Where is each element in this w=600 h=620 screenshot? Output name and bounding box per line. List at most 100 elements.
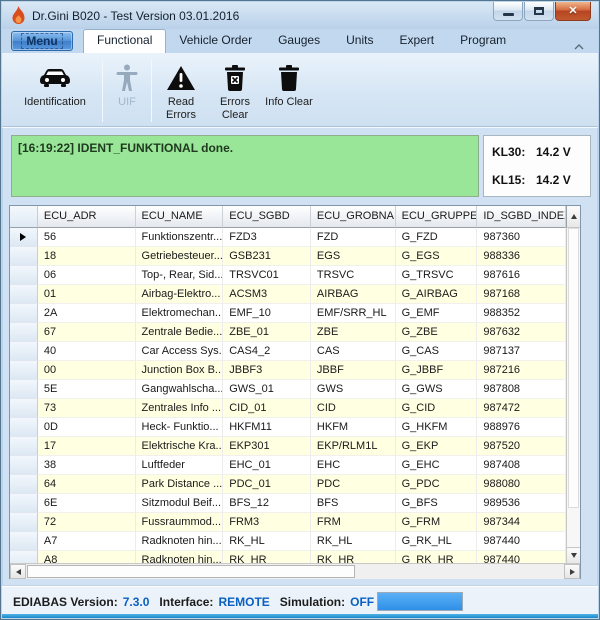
table-row[interactable]: 18Getriebesteuer...GSB231EGSG_EGS988336	[10, 247, 566, 266]
statusbar-segment-interface: Interface: REMOTE	[159, 595, 279, 609]
table-row[interactable]: 00Junction Box B...JBBF3JBBFG_JBBF987216	[10, 361, 566, 380]
row-selector[interactable]	[10, 380, 38, 399]
statusbar-segment-ediabas: EDIABAS Version: 7.3.0	[13, 595, 159, 609]
row-selector[interactable]	[10, 285, 38, 304]
table-cell: FZD3	[223, 228, 311, 247]
row-selector[interactable]	[10, 551, 38, 563]
table-cell: PDC	[311, 475, 396, 494]
table-row[interactable]: 56Funktionszentr...FZD3FZDG_FZD987360	[10, 228, 566, 247]
table-row[interactable]: 73Zentrales Info ...CID_01CIDG_CID987472	[10, 399, 566, 418]
table-row[interactable]: 01Airbag-Elektro...ACSM3AIRBAGG_AIRBAG98…	[10, 285, 566, 304]
table-row[interactable]: 72Fussraummod...FRM3FRMG_FRM987344	[10, 513, 566, 532]
tab-strip: Menu Functional Vehicle Order Gauges Uni…	[2, 29, 598, 53]
table-row[interactable]: 64Park Distance ...PDC_01PDCG_PDC988080	[10, 475, 566, 494]
tab-vehicle-order[interactable]: Vehicle Order	[166, 29, 265, 53]
row-selector[interactable]	[10, 266, 38, 285]
scroll-down-button[interactable]	[567, 547, 580, 563]
identification-button[interactable]: Identification	[10, 60, 100, 109]
tab-gauges[interactable]: Gauges	[265, 29, 333, 53]
table-cell: 987440	[477, 551, 566, 563]
table-cell: G_EHC	[396, 456, 478, 475]
table-row[interactable]: A7Radknoten hin...RK_HLRK_HLG_RK_HL98744…	[10, 532, 566, 551]
table-row[interactable]: 0DHeck- Funktio...HKFM11HKFMG_HKFM988976	[10, 418, 566, 437]
horizontal-scrollbar[interactable]	[10, 563, 580, 579]
voltage-row-kl15: KL15: 14.2 V	[492, 173, 582, 187]
table-cell: G_EKP	[396, 437, 478, 456]
row-selector[interactable]	[10, 247, 38, 266]
table-row[interactable]: 6ESitzmodul Beif...BFS_12BFSG_BFS989536	[10, 494, 566, 513]
row-selector[interactable]	[10, 399, 38, 418]
scroll-up-button[interactable]	[566, 206, 580, 228]
close-button[interactable]: ✕	[555, 2, 591, 21]
scroll-left-button[interactable]	[10, 564, 26, 579]
person-icon	[116, 63, 138, 93]
table-row[interactable]: 2AElektromechan...EMF_10EMF/SRR_HLG_EMF9…	[10, 304, 566, 323]
column-header-ecu-name[interactable]: ECU_NAME	[136, 206, 224, 228]
column-header-ecu-grobname[interactable]: ECU_GROBNA...	[311, 206, 396, 228]
table-cell: 987616	[477, 266, 566, 285]
errors-clear-button[interactable]: Errors Clear	[208, 60, 262, 122]
row-selector[interactable]	[10, 456, 38, 475]
column-header-ecu-adr[interactable]: ECU_ADR	[38, 206, 136, 228]
info-clear-button[interactable]: Info Clear	[262, 60, 316, 109]
row-selector[interactable]	[10, 228, 38, 247]
table-cell: Radknoten hin...	[136, 551, 224, 563]
table-cell: Luftfeder	[136, 456, 224, 475]
table-row[interactable]: 38LuftfederEHC_01EHCG_EHC987408	[10, 456, 566, 475]
close-icon: ✕	[568, 6, 577, 17]
table-cell: 989536	[477, 494, 566, 513]
row-selector[interactable]	[10, 342, 38, 361]
table-row[interactable]: 67Zentrale Bedie...ZBE_01ZBEG_ZBE987632	[10, 323, 566, 342]
row-selector[interactable]	[10, 323, 38, 342]
table-row[interactable]: A8Radknoten hin...RK_HRRK_HRG_RK_HR98744…	[10, 551, 566, 563]
table-cell: 6E	[38, 494, 136, 513]
table-cell: 72	[38, 513, 136, 532]
table-cell: Funktionszentr...	[136, 228, 224, 247]
table-cell: G_AIRBAG	[396, 285, 478, 304]
row-selector[interactable]	[10, 494, 38, 513]
vertical-scrollbar[interactable]	[566, 228, 580, 563]
minimize-icon	[503, 13, 514, 16]
tab-units[interactable]: Units	[333, 29, 386, 53]
horizontal-scrollbar-thumb[interactable]	[27, 565, 355, 578]
table-cell: GWS_01	[223, 380, 311, 399]
table-cell: Heck- Funktio...	[136, 418, 224, 437]
table-cell: Airbag-Elektro...	[136, 285, 224, 304]
vertical-scrollbar-thumb[interactable]	[568, 228, 579, 508]
uif-button[interactable]: UIF	[105, 60, 149, 109]
table-row[interactable]: 06Top-, Rear, Sid...TRSVC01TRSVCG_TRSVC9…	[10, 266, 566, 285]
read-errors-button[interactable]: Read Errors	[154, 60, 208, 122]
table-cell: 18	[38, 247, 136, 266]
tab-program[interactable]: Program	[447, 29, 519, 53]
column-header-ecu-gruppe[interactable]: ECU_GRUPPE	[396, 206, 478, 228]
row-selector[interactable]	[10, 361, 38, 380]
row-selector[interactable]	[10, 513, 38, 532]
table-cell: 987168	[477, 285, 566, 304]
voltage-label: KL15:	[492, 173, 536, 187]
column-header-ecu-sgbd[interactable]: ECU_SGBD	[223, 206, 311, 228]
table-row[interactable]: 5EGangwahlscha...GWS_01GWSG_GWS987808	[10, 380, 566, 399]
table-row[interactable]: 17Elektrische Kra...EKP301EKP/RLM1LG_EKP…	[10, 437, 566, 456]
table-row[interactable]: 40Car Access Sys...CAS4_2CASG_CAS987137	[10, 342, 566, 361]
table-cell: PDC_01	[223, 475, 311, 494]
tab-expert[interactable]: Expert	[386, 29, 447, 53]
row-selector[interactable]	[10, 304, 38, 323]
column-header-id-sgbd-index[interactable]: ID_SGBD_INDEX	[477, 206, 566, 228]
voltage-value: 14.2 V	[536, 173, 571, 187]
warning-icon	[166, 63, 196, 93]
row-selector[interactable]	[10, 475, 38, 494]
table-body: 56Funktionszentr...FZD3FZDG_FZD98736018G…	[10, 228, 566, 563]
scroll-right-button[interactable]	[564, 564, 580, 579]
tab-functional[interactable]: Functional	[83, 29, 166, 53]
row-selector[interactable]	[10, 437, 38, 456]
table-cell: 988080	[477, 475, 566, 494]
row-selector[interactable]	[10, 532, 38, 551]
menu-button[interactable]: Menu	[11, 31, 73, 51]
table-cell: Top-, Rear, Sid...	[136, 266, 224, 285]
window-title: Dr.Gini B020 - Test Version 03.01.2016	[32, 9, 239, 23]
table-cell: Junction Box B...	[136, 361, 224, 380]
maximize-button[interactable]	[524, 2, 554, 21]
minimize-button[interactable]	[493, 2, 523, 21]
row-selector[interactable]	[10, 418, 38, 437]
status-message-text: [16:19:22] IDENT_FUNKTIONAL done.	[18, 141, 472, 155]
